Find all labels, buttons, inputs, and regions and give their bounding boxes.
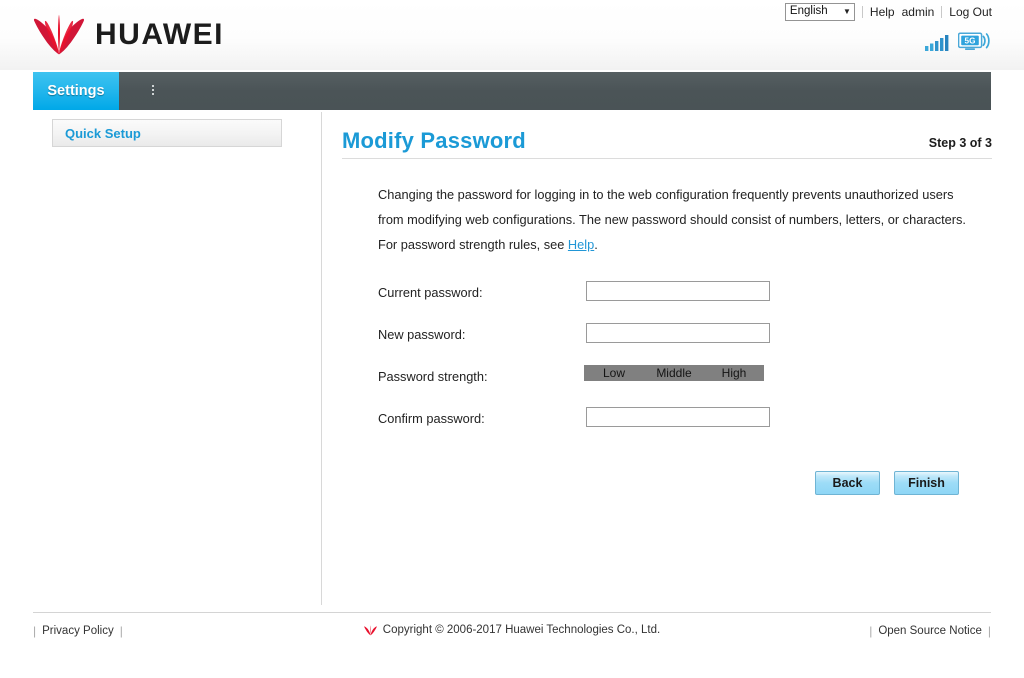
sidebar-item-quick-setup[interactable]: Quick Setup bbox=[52, 119, 282, 147]
description-tail: . bbox=[594, 237, 598, 252]
drag-dots-icon bbox=[152, 85, 154, 95]
title-divider bbox=[342, 158, 992, 159]
help-link[interactable]: Help bbox=[870, 5, 895, 19]
page-footer: | Privacy Policy | Copyright © 2006-2017… bbox=[0, 620, 1024, 650]
signal-bars-icon bbox=[925, 35, 949, 51]
status-icons: 5G bbox=[925, 32, 992, 52]
logout-link[interactable]: Log Out bbox=[949, 5, 992, 19]
5g-network-icon: 5G bbox=[958, 32, 990, 50]
password-strength-meter: Low Middle High bbox=[584, 365, 764, 381]
strength-level-high: High bbox=[721, 366, 747, 380]
password-rules-help-link[interactable]: Help bbox=[568, 237, 594, 252]
divider bbox=[941, 6, 943, 18]
chevron-down-icon: ▼ bbox=[843, 7, 851, 16]
huawei-mini-logo bbox=[364, 624, 377, 635]
language-select[interactable]: English ▼ bbox=[784, 3, 855, 21]
back-button[interactable]: Back bbox=[815, 471, 880, 495]
divider bbox=[861, 6, 863, 18]
divider: | bbox=[987, 624, 991, 638]
nav-tab-settings-label: Settings bbox=[47, 83, 105, 99]
new-password-input[interactable] bbox=[586, 323, 770, 343]
confirm-password-input[interactable] bbox=[586, 407, 770, 427]
page-title: Modify Password bbox=[342, 128, 526, 153]
confirm-password-label: Confirm password: bbox=[378, 411, 485, 426]
form-row-new-password: New password: bbox=[378, 321, 978, 363]
main-navbar: Settings bbox=[33, 72, 991, 110]
footer-right: | Open Source Notice | bbox=[869, 624, 991, 638]
sidebar-content-divider bbox=[321, 112, 322, 605]
finish-button-label: Finish bbox=[908, 476, 945, 490]
description-text: Changing the password for logging in to … bbox=[378, 182, 968, 257]
sidebar: Quick Setup bbox=[52, 119, 282, 147]
brand-block: HUAWEI bbox=[33, 14, 224, 56]
nav-tab-settings[interactable]: Settings bbox=[33, 72, 119, 110]
sidebar-item-label: Quick Setup bbox=[65, 125, 141, 141]
new-password-label: New password: bbox=[378, 327, 466, 342]
huawei-flower-logo bbox=[33, 14, 85, 55]
page-header: HUAWEI English ▼ Help admin Log Out 5G bbox=[0, 0, 1024, 70]
finish-button[interactable]: Finish bbox=[894, 471, 959, 495]
form-row-current-password: Current password: bbox=[378, 279, 978, 321]
strength-level-low: Low bbox=[602, 366, 625, 380]
strength-level-middle: Middle bbox=[656, 366, 692, 380]
language-select-value: English bbox=[789, 5, 828, 18]
form-row-password-strength: Password strength: Low Middle High bbox=[378, 363, 978, 405]
back-button-label: Back bbox=[832, 476, 863, 490]
footer-divider bbox=[33, 612, 991, 613]
current-password-input[interactable] bbox=[586, 281, 770, 301]
password-strength-label: Password strength: bbox=[378, 369, 488, 384]
svg-text:5G: 5G bbox=[965, 36, 976, 45]
step-indicator: Step 3 of 3 bbox=[928, 136, 992, 150]
page-root: HUAWEI English ▼ Help admin Log Out 5G S… bbox=[0, 0, 1024, 678]
brand-name: HUAWEI bbox=[95, 18, 224, 51]
header-utility-bar: English ▼ Help admin Log Out bbox=[784, 3, 992, 21]
open-source-notice-link[interactable]: Open Source Notice bbox=[878, 625, 982, 637]
description-body: Changing the password for logging in to … bbox=[378, 187, 966, 252]
current-password-label: Current password: bbox=[378, 285, 483, 300]
form-actions: Back Finish bbox=[815, 471, 959, 495]
copyright-text: Copyright © 2006-2017 Huawei Technologie… bbox=[382, 624, 661, 636]
current-user-label[interactable]: admin bbox=[902, 5, 935, 19]
divider: | bbox=[869, 624, 873, 638]
form-row-confirm-password: Confirm password: bbox=[378, 405, 978, 447]
modify-password-form: Current password: New password: Password… bbox=[378, 279, 978, 447]
